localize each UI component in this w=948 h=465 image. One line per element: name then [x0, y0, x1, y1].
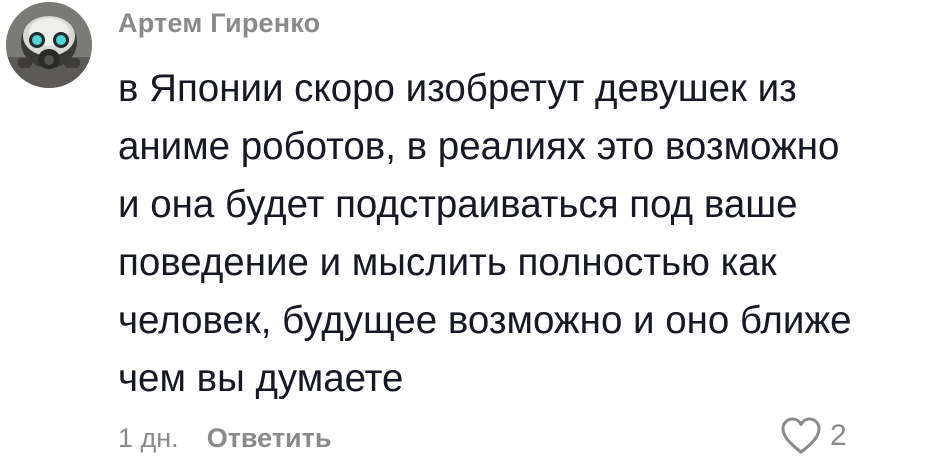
reply-button[interactable]: Ответить — [207, 423, 332, 454]
like-button[interactable]: 2 — [780, 414, 847, 458]
gas-mask-avatar-icon — [6, 2, 92, 88]
comment-text-line: чем вы думаете — [118, 357, 404, 400]
like-count: 2 — [830, 419, 847, 452]
comment-text-line: поведение и мыслить полностью как — [118, 241, 777, 284]
comment-meta: 1 дн. Ответить — [118, 420, 331, 456]
heart-icon — [781, 417, 821, 454]
comment-text-line: в Японии скоро изобретут девушек из — [118, 67, 797, 110]
comment-text: в Японии скоро изобретут девушек из аним… — [118, 60, 918, 408]
comment-author-name[interactable]: Артем Гиренко — [118, 8, 320, 39]
comment-text-line: аниме роботов, в реалиях это возможно — [118, 125, 840, 168]
comment: Артем Гиренко в Японии скоро изобретут д… — [0, 0, 948, 465]
avatar[interactable] — [6, 2, 92, 88]
comment-text-line: и она будет подстраиваться под ваше — [118, 183, 798, 226]
comment-text-line: человек, будущее возможно и оно ближе — [118, 299, 852, 342]
comment-timestamp: 1 дн. — [118, 422, 179, 453]
